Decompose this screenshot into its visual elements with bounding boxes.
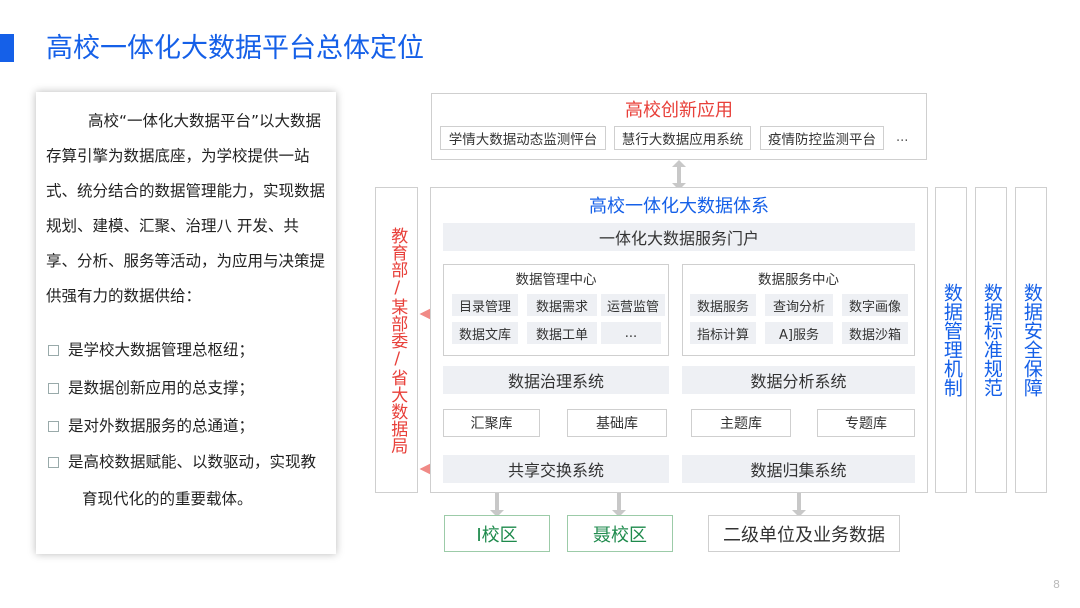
service-item: 查询分析 <box>765 294 833 316</box>
right-column-label: 数据安全保障 <box>1020 283 1043 397</box>
service-item: 数据服务 <box>690 294 756 316</box>
mgmt-center-title: 数据管理中心 <box>515 272 597 288</box>
mgmt-item: ... <box>601 322 661 344</box>
service-center-title: 数据服务中心 <box>758 272 839 288</box>
right-column-label: 数据标准规范 <box>980 283 1003 397</box>
app-item: 慧行大数据应用系统 <box>614 126 751 150</box>
library-box: 汇聚库 <box>443 409 540 437</box>
mgmt-item: 数据工单 <box>527 322 597 344</box>
system-title: 高校一体化大数据体系 <box>589 196 769 217</box>
right-column-mechanism: 数据管理机制 <box>935 187 967 493</box>
app-item: 疫情防控监测平台 <box>760 126 884 150</box>
service-item: 数据沙箱 <box>842 322 908 344</box>
right-column-security: 数据安全保障 <box>1015 187 1047 493</box>
library-box: 主题库 <box>691 409 791 437</box>
right-column-label: 数据管理机制 <box>940 283 963 397</box>
mgmt-item: 运营监管 <box>601 294 665 316</box>
source-campus-b: 聂校区 <box>567 515 673 552</box>
library-box: 专题库 <box>817 409 915 437</box>
innovation-apps-title: 高校创新应用 <box>625 100 733 121</box>
service-item: 数字画像 <box>842 294 908 316</box>
app-item-more: ... <box>896 130 909 145</box>
source-units-data: 二级单位及业务数据 <box>708 515 900 552</box>
mgmt-item: 目录管理 <box>452 294 518 316</box>
service-portal: 一体化大数据服务门户 <box>443 223 915 251</box>
library-box: 基础库 <box>567 409 667 437</box>
mgmt-item: 数据文库 <box>452 322 518 344</box>
right-column-standards: 数据标准规范 <box>975 187 1007 493</box>
source-campus-a: I校区 <box>444 515 550 552</box>
authority-column: 教育部/某部委/省大数据局 <box>375 187 418 493</box>
service-item: 指标计算 <box>690 322 756 344</box>
governance-system: 数据治理系统 <box>443 366 669 394</box>
page-number: 8 <box>1053 578 1060 591</box>
analysis-system: 数据分析系统 <box>682 366 915 394</box>
mgmt-item: 数据需求 <box>527 294 597 316</box>
collect-system: 数据归集系统 <box>682 455 915 483</box>
exchange-system: 共享交换系统 <box>443 455 669 483</box>
app-item: 学情大数据动态监测怦台 <box>440 126 606 150</box>
service-item: A]服务 <box>765 322 833 344</box>
authority-label: 教育部/某部委/省大数据局 <box>387 226 408 454</box>
